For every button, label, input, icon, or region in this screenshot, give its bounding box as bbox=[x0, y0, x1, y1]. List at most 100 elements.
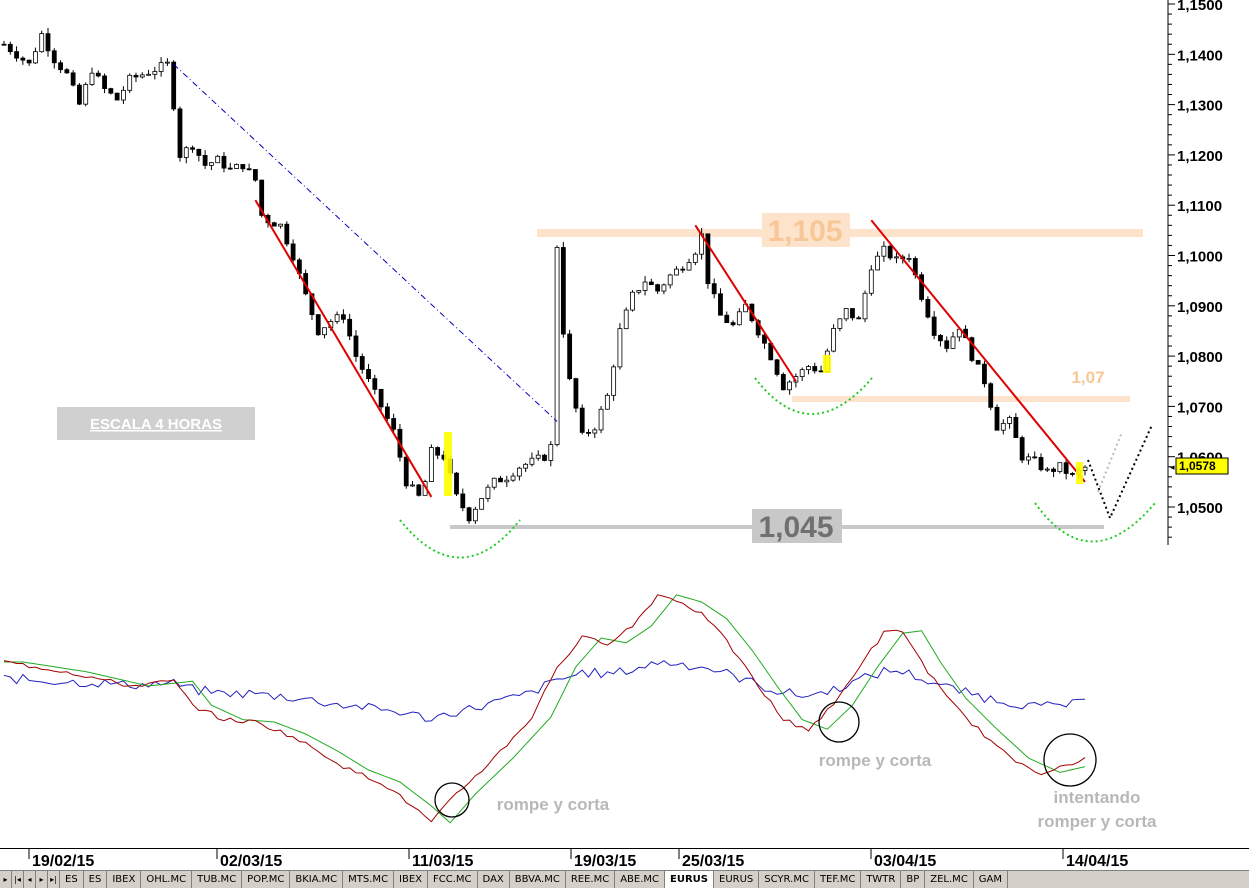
candle-body bbox=[529, 457, 535, 465]
highlight-box bbox=[1076, 462, 1083, 484]
candle-body bbox=[221, 155, 227, 169]
tab-abe-mc[interactable]: ABE.MC bbox=[615, 871, 666, 888]
candle-body bbox=[868, 269, 874, 294]
candle-body bbox=[831, 328, 837, 352]
y-tick-label: 1,1200 bbox=[1177, 148, 1223, 165]
candle-body bbox=[460, 493, 466, 509]
candle-body bbox=[611, 366, 617, 396]
candle-body bbox=[548, 444, 554, 461]
candle-body bbox=[655, 284, 661, 292]
svg-text:◂: ◂ bbox=[1170, 463, 1175, 473]
candle-body bbox=[1026, 456, 1031, 461]
x-tick-label: 25/03/15 bbox=[682, 853, 744, 870]
candle-body bbox=[887, 245, 893, 259]
candle-body bbox=[454, 472, 459, 495]
oscillator-panel bbox=[3, 594, 1086, 824]
candle-body bbox=[278, 223, 283, 227]
date-axis: 19/02/15 02/03/15 11/03/15 19/03/15 25/03/15… bbox=[0, 848, 1249, 871]
candle-body bbox=[780, 374, 786, 391]
y-tick-label: 1,0800 bbox=[1177, 349, 1223, 366]
candle-body bbox=[667, 274, 673, 286]
candle-body bbox=[322, 327, 327, 336]
candle-body bbox=[240, 164, 246, 170]
candle-body bbox=[642, 281, 648, 291]
tab-zel-mc[interactable]: ZEL.MC bbox=[925, 871, 974, 888]
candle-body bbox=[177, 108, 183, 158]
tab-es[interactable]: ES bbox=[84, 871, 108, 888]
candle-body bbox=[925, 299, 931, 318]
x-tick-label: 14/04/15 bbox=[1066, 853, 1128, 870]
first-icon[interactable]: |◂ bbox=[12, 871, 24, 888]
trendline bbox=[694, 224, 797, 382]
highlight-box bbox=[823, 355, 831, 373]
candle-body bbox=[1013, 417, 1019, 438]
candle-body bbox=[64, 69, 70, 74]
trendline bbox=[870, 219, 1086, 483]
candle-body bbox=[598, 408, 604, 431]
candle-body bbox=[165, 61, 170, 64]
candle-body bbox=[1063, 462, 1069, 474]
date-axis-ticks: 19/02/15 02/03/15 11/03/15 19/03/15 25/03/15… bbox=[28, 849, 1128, 870]
osc-label: intentando bbox=[1054, 788, 1141, 807]
osc-label: romper y corta bbox=[1037, 812, 1157, 831]
y-tick-label: 1,1000 bbox=[1177, 249, 1223, 266]
scroll-left-icon[interactable]: ▸ bbox=[0, 871, 12, 888]
tab-ree-mc[interactable]: REE.MC bbox=[566, 871, 616, 888]
last-icon[interactable]: ▸| bbox=[48, 871, 60, 888]
candle-body bbox=[843, 308, 849, 320]
candle-body bbox=[114, 92, 120, 101]
tab-bbva-mc[interactable]: BBVA.MC bbox=[510, 871, 566, 888]
tab-gam[interactable]: GAM bbox=[974, 871, 1009, 888]
candle-body bbox=[466, 507, 472, 522]
candle-body bbox=[353, 335, 359, 357]
tab-es[interactable]: ES bbox=[60, 871, 84, 888]
svg-text:ESCALA 4 HORAS: ESCALA 4 HORAS bbox=[90, 416, 222, 433]
tab-ibex[interactable]: IBEX bbox=[394, 871, 429, 888]
candle-body bbox=[579, 407, 585, 433]
tab-twtr[interactable]: TWTR bbox=[861, 871, 902, 888]
candle-body bbox=[944, 340, 950, 349]
tab-tub-mc[interactable]: TUB.MC bbox=[192, 871, 243, 888]
tab-fcc-mc[interactable]: FCC.MC bbox=[428, 871, 478, 888]
osc-label: rompe y corta bbox=[819, 751, 932, 770]
tab-bp[interactable]: BP bbox=[901, 871, 926, 888]
candle-body bbox=[554, 247, 560, 446]
candle-body bbox=[234, 164, 239, 169]
candle-body bbox=[617, 328, 623, 368]
tab-bkia-mc[interactable]: BKIA.MC bbox=[290, 871, 344, 888]
candle-body bbox=[108, 88, 114, 94]
next-icon[interactable]: ▸ bbox=[36, 871, 48, 888]
candle-body bbox=[919, 274, 924, 300]
prev-icon[interactable]: ◂ bbox=[24, 871, 36, 888]
tab-eurus[interactable]: EURUS bbox=[665, 871, 715, 888]
candle-body bbox=[403, 456, 409, 487]
candle-body bbox=[209, 162, 214, 166]
tab-mts-mc[interactable]: MTS.MC bbox=[343, 871, 395, 888]
tab-eurus[interactable]: EURUS bbox=[714, 871, 760, 888]
candle-body bbox=[975, 360, 981, 365]
candle-body bbox=[806, 366, 811, 371]
y-tick-label: 1,1300 bbox=[1177, 98, 1223, 115]
tab-ohl-mc[interactable]: OHL.MC bbox=[141, 871, 193, 888]
candle-body bbox=[862, 292, 868, 320]
tab-scyr-mc[interactable]: SCYR.MC bbox=[759, 871, 815, 888]
x-tick-label: 02/03/15 bbox=[220, 853, 282, 870]
candle-body bbox=[812, 366, 818, 372]
candle-body bbox=[988, 383, 994, 408]
candle-body bbox=[630, 291, 635, 311]
candle-body bbox=[252, 169, 258, 181]
tab-pop-mc[interactable]: POP.MC bbox=[242, 871, 291, 888]
tab-dax[interactable]: DAX bbox=[478, 871, 510, 888]
trendline bbox=[173, 63, 558, 422]
candle-body bbox=[787, 381, 793, 391]
candle-body bbox=[45, 33, 51, 52]
candle-body bbox=[724, 314, 730, 324]
candle-body bbox=[604, 394, 610, 410]
candle-body bbox=[1019, 437, 1025, 461]
candle-body bbox=[479, 498, 485, 510]
candle-body bbox=[856, 317, 862, 320]
tab-ibex[interactable]: IBEX bbox=[107, 871, 142, 888]
tab-tef-mc[interactable]: TEF.MC bbox=[815, 871, 862, 888]
candle-body bbox=[680, 268, 686, 271]
candle-body bbox=[271, 222, 277, 227]
